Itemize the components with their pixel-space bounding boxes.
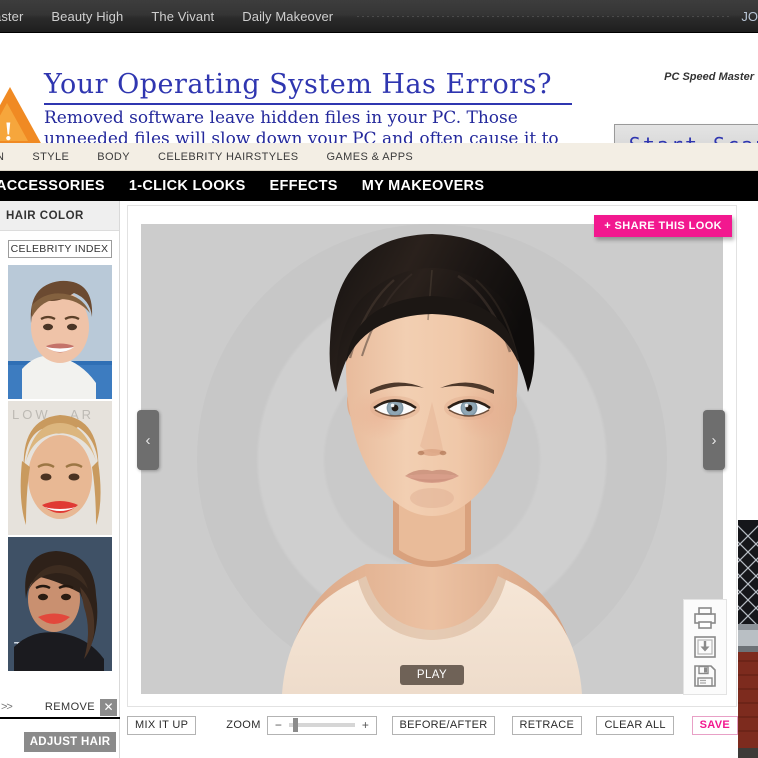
save-button[interactable]: SAVE: [691, 715, 738, 735]
hair-color-sidebar: HAIR COLOR CELEBRITY INDEX LOW AR >> REM…: [0, 201, 120, 758]
partner-bar-account-label[interactable]: JO: [741, 9, 758, 24]
celebrity-thumb-1[interactable]: [7, 265, 112, 399]
clear-all-button[interactable]: CLEAR ALL: [596, 715, 674, 735]
bottom-toolbar: MIX IT UP ZOOM − + BEFORE/AFTER RETRACE …: [127, 710, 738, 740]
partner-bar-divider: [357, 15, 732, 17]
zoom-slider-thumb[interactable]: [292, 718, 298, 732]
site-nav-item-n[interactable]: N: [0, 151, 18, 163]
partner-link-daily-makeover[interactable]: Daily Makeover: [228, 9, 347, 24]
partner-link-beauty-high[interactable]: Beauty High: [37, 9, 137, 24]
page-root: aster Beauty High The Vivant Daily Makeo…: [0, 0, 758, 758]
site-nav-item-games-apps[interactable]: GAMES & APPS: [312, 151, 427, 163]
zoom-in-button[interactable]: +: [359, 719, 372, 732]
site-nav: N STYLE BODY CELEBRITY HAIRSTYLES GAMES …: [0, 143, 758, 171]
zoom-slider-track[interactable]: [288, 718, 355, 732]
play-button[interactable]: PLAY: [400, 665, 464, 685]
zoom-slider-group: − +: [266, 715, 377, 735]
site-nav-item-body[interactable]: BODY: [83, 151, 144, 163]
share-this-look-button[interactable]: + SHARE THIS LOOK: [594, 215, 732, 237]
remove-row: >> REMOVE ✕: [0, 697, 120, 719]
makeover-canvas[interactable]: PLAY: [141, 224, 723, 694]
partner-link-the-vivant[interactable]: The Vivant: [137, 9, 228, 24]
celebrity-thumb-3[interactable]: T: [7, 537, 112, 671]
sidebar-title: HAIR COLOR: [0, 201, 119, 231]
app-nav-item-my-makeovers[interactable]: MY MAKEOVERS: [350, 178, 497, 194]
partner-link-master[interactable]: aster: [0, 9, 37, 24]
adjust-hair-button[interactable]: ADJUST HAIR: [24, 732, 116, 752]
site-nav-item-style[interactable]: STYLE: [18, 151, 83, 163]
advertisement-banner[interactable]: ! Your Operating System Has Errors? Remo…: [0, 33, 758, 143]
previous-look-button[interactable]: ‹: [137, 410, 159, 470]
canvas-tool-strip: [683, 599, 727, 695]
zoom-control: ZOOM − +: [226, 715, 377, 735]
zoom-label: ZOOM: [226, 719, 261, 731]
workspace: HAIR COLOR CELEBRITY INDEX LOW AR >> REM…: [0, 201, 758, 758]
app-nav-item-effects[interactable]: EFFECTS: [258, 178, 350, 194]
warning-exclamation-glyph: !: [4, 117, 13, 143]
ad-headline: Your Operating System Has Errors?: [44, 69, 552, 100]
zoom-out-button[interactable]: −: [272, 719, 285, 732]
model-portrait-image: [282, 234, 582, 694]
before-after-button[interactable]: BEFORE/AFTER: [391, 715, 496, 735]
makeover-canvas-panel: PLAY + SHARE THIS LOOK ‹ ›: [127, 205, 737, 707]
ad-body-text: Removed software leave hidden files in y…: [44, 108, 559, 143]
app-nav-item-1-click-looks[interactable]: 1-CLICK LOOKS: [117, 178, 258, 194]
remove-label: REMOVE: [44, 701, 95, 713]
mix-it-up-button[interactable]: MIX IT UP: [127, 715, 197, 735]
app-nav: ACCESSORIES 1-CLICK LOOKS EFFECTS MY MAK…: [0, 171, 758, 201]
site-nav-item-celebrity-hairstyles[interactable]: CELEBRITY HAIRSTYLES: [144, 151, 312, 163]
partner-bar: aster Beauty High The Vivant Daily Makeo…: [0, 0, 758, 33]
app-nav-item-accessories[interactable]: ACCESSORIES: [0, 178, 117, 194]
celebrity-thumb-2[interactable]: LOW AR: [7, 401, 112, 535]
save-disk-icon[interactable]: [694, 664, 716, 687]
retrace-button[interactable]: RETRACE: [511, 715, 583, 735]
download-icon[interactable]: [694, 636, 716, 658]
print-icon[interactable]: [693, 607, 717, 630]
start-scan-button[interactable]: Start Scan: [614, 124, 758, 143]
next-look-button[interactable]: ›: [703, 410, 725, 470]
ad-brand-name: PC Speed Master: [664, 71, 754, 83]
ad-divider: [44, 103, 572, 105]
celebrity-index-button[interactable]: CELEBRITY INDEX: [7, 240, 112, 258]
close-icon[interactable]: ✕: [100, 698, 117, 716]
right-edge-photo: [738, 520, 758, 758]
remove-chevrons-icon[interactable]: >>: [0, 701, 13, 713]
